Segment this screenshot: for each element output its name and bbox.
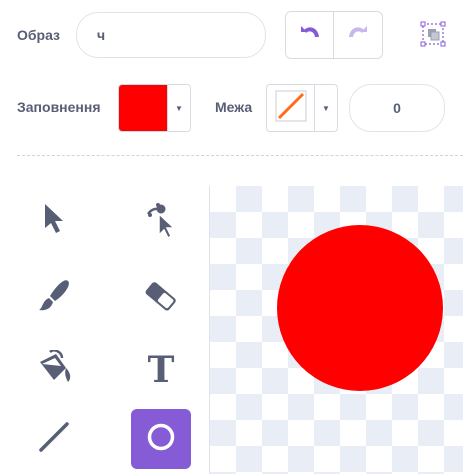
fill-label: Заповнення (17, 99, 101, 115)
redo-button[interactable] (333, 12, 381, 58)
no-color-icon (275, 90, 307, 127)
paint-canvas[interactable] (209, 186, 463, 474)
brush-icon (36, 279, 72, 318)
outline-width-input[interactable]: 0 (349, 84, 445, 132)
redo-icon (346, 24, 370, 47)
circle-icon (146, 422, 176, 457)
text-icon: T (147, 349, 175, 391)
costume-label: Образ (17, 27, 61, 43)
eraser-icon (143, 281, 179, 316)
outline-color-picker[interactable]: ▼ (266, 84, 338, 132)
fill-dropdown-caret-icon: ▼ (167, 85, 190, 131)
fill-tool-button[interactable] (24, 340, 84, 400)
costume-name-value: ч (97, 27, 106, 43)
arrow-select-icon (41, 202, 67, 241)
fill-color-swatch (119, 85, 167, 131)
costume-name-input[interactable]: ч (76, 12, 266, 58)
undo-button[interactable] (286, 12, 333, 58)
line-tool-button[interactable] (24, 409, 84, 469)
outline-label: Межа (215, 99, 253, 115)
text-tool-button[interactable]: T (131, 340, 191, 400)
reshape-icon (144, 200, 178, 243)
group-button[interactable] (419, 20, 447, 48)
brush-tool-button[interactable] (24, 268, 84, 328)
outline-color-swatch (267, 85, 314, 131)
select-tool-button[interactable] (24, 191, 84, 251)
fill-color-picker[interactable]: ▼ (118, 84, 191, 132)
undo-icon (298, 24, 322, 47)
line-icon (36, 419, 72, 460)
toolbar-divider (17, 155, 463, 156)
undo-redo-group (285, 11, 383, 59)
circle-tool-button[interactable] (131, 409, 191, 469)
reshape-tool-button[interactable] (131, 191, 191, 251)
outline-dropdown-caret-icon: ▼ (314, 85, 337, 131)
eraser-tool-button[interactable] (131, 268, 191, 328)
outline-width-value: 0 (393, 100, 401, 116)
red-circle-shape[interactable] (277, 225, 443, 391)
fill-bucket-icon (34, 348, 74, 391)
group-icon (419, 21, 447, 52)
